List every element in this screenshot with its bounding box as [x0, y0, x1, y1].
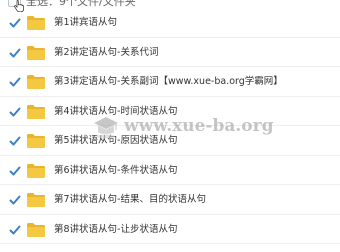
- watermark-logo-icon: [94, 117, 118, 139]
- checkbox-checked-icon[interactable]: [9, 194, 21, 206]
- file-row[interactable]: 第1讲宾语从句: [0, 8, 340, 38]
- watermark: www.xue-ba.org: [92, 112, 273, 144]
- select-all-bar: 全选：9个文件/文件夹: [0, 0, 340, 8]
- file-name[interactable]: 第2讲定语从句-关系代词: [54, 46, 158, 59]
- checkbox-checked-icon[interactable]: [9, 76, 21, 88]
- file-row[interactable]: 第6讲状语从句-条件状语从句: [0, 156, 340, 185]
- checkbox-checked-icon[interactable]: [9, 17, 21, 29]
- file-row[interactable]: 第7讲状语从句-结果、目的状语从句: [0, 185, 340, 215]
- file-name[interactable]: 第3讲定语从句-关系副词【www.xue-ba.org学霸网】: [54, 75, 283, 88]
- checkbox-checked-icon[interactable]: [9, 135, 21, 147]
- file-row[interactable]: 第2讲定语从句-关系代词: [0, 38, 340, 67]
- folder-icon: [27, 104, 45, 119]
- checkbox-checked-icon[interactable]: [9, 47, 21, 59]
- checkbox-checked-icon[interactable]: [9, 106, 21, 118]
- file-name[interactable]: 第6讲状语从句-条件状语从句: [54, 164, 177, 177]
- folder-icon: [27, 193, 45, 207]
- folder-icon: [27, 45, 45, 60]
- checkbox-checked-icon[interactable]: [9, 165, 21, 177]
- file-name[interactable]: 第7讲状语从句-结果、目的状语从句: [54, 193, 206, 206]
- folder-icon: [27, 163, 45, 178]
- folder-icon: [27, 75, 45, 89]
- file-list-page: 全选：9个文件/文件夹 第1讲宾语从句第2讲定语从句-关系代词第3讲定语从句-关…: [0, 0, 340, 252]
- file-row[interactable]: 第8讲状语从句-让步状语从句: [0, 215, 340, 244]
- select-all-label: 全选：9个文件/文件夹: [26, 0, 136, 8]
- watermark-text: www.xue-ba.org: [124, 116, 274, 136]
- folder-icon: [27, 16, 45, 30]
- folder-icon: [27, 134, 45, 148]
- folder-icon: [27, 222, 45, 237]
- file-name[interactable]: 第8讲状语从句-让步状语从句: [54, 223, 177, 236]
- file-row[interactable]: 第3讲定语从句-关系副词【www.xue-ba.org学霸网】: [0, 67, 340, 97]
- checkbox-checked-icon[interactable]: [9, 224, 21, 236]
- file-name[interactable]: 第1讲宾语从句: [54, 16, 117, 29]
